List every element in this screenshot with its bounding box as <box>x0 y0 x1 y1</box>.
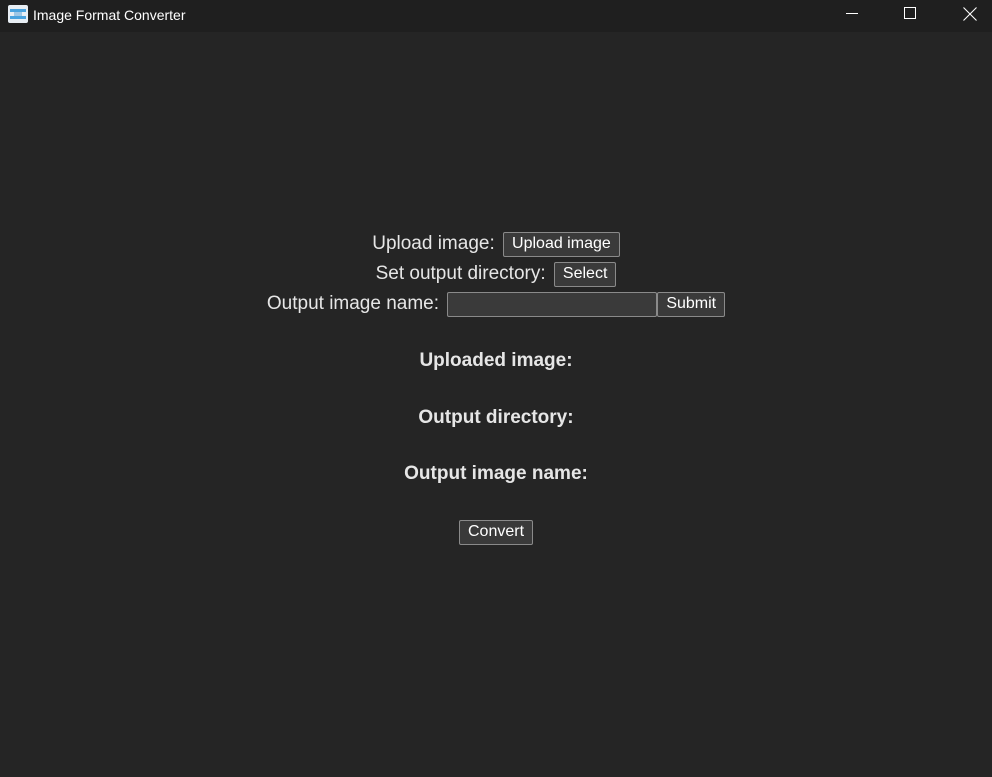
close-icon <box>963 7 977 21</box>
convert-button[interactable]: Convert <box>458 520 534 545</box>
upload-row: Upload image: Upload image <box>0 231 992 257</box>
output-directory-label: Set output directory: <box>375 263 546 284</box>
output-image-name-label: Output image name: <box>266 293 440 314</box>
uploaded-image-heading: Uploaded image: <box>419 350 573 371</box>
output-image-name-heading: Output image name: <box>404 463 588 484</box>
maximize-icon <box>904 7 916 19</box>
output-directory-row: Set output directory: Select <box>0 261 992 287</box>
main-content: Upload image: Upload image Set output di… <box>0 32 992 777</box>
upload-image-label: Upload image: <box>372 233 495 254</box>
close-button[interactable] <box>946 0 992 30</box>
maximize-button[interactable] <box>887 0 933 30</box>
minimize-button[interactable] <box>829 0 875 30</box>
select-directory-button[interactable]: Select <box>553 261 617 287</box>
app-window: Image Format Converter Upload image: Upl… <box>0 0 992 777</box>
output-directory-heading: Output directory: <box>418 407 574 428</box>
image-converter-icon <box>8 5 28 23</box>
convert-row: Convert <box>0 520 992 545</box>
upload-image-button[interactable]: Upload image <box>503 231 620 257</box>
output-name-row: Output image name: Submit <box>0 291 992 317</box>
window-title: Image Format Converter <box>33 7 186 23</box>
title-bar[interactable]: Image Format Converter <box>0 0 992 32</box>
output-image-name-input[interactable] <box>447 291 658 317</box>
minimize-icon <box>846 13 858 14</box>
submit-button[interactable]: Submit <box>657 291 726 317</box>
